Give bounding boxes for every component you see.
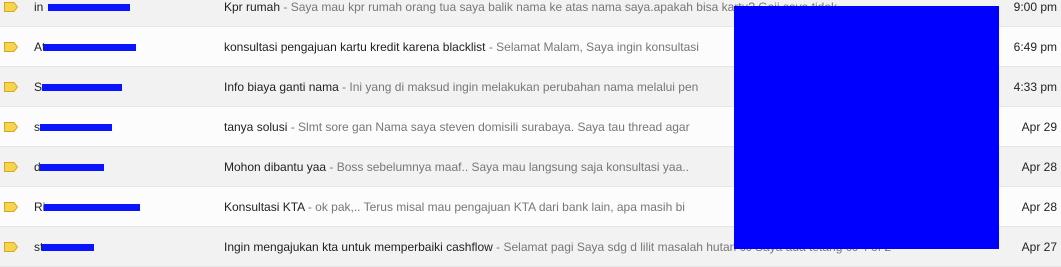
snippet-separator: - [304,200,316,214]
snippet-separator: - [326,160,337,174]
label-tag-icon[interactable] [4,42,18,52]
sender-name: d [34,159,204,175]
snippet: Slmt sore gan Nama saya steven domisili … [298,120,690,134]
subject: Info biaya ganti nama [224,80,339,94]
sender-name: At [34,39,204,55]
snippet-separator: - [492,240,504,254]
sender-redaction [40,124,112,131]
sender-redaction [44,204,140,211]
email-date: Apr 29 [1021,120,1057,134]
subject: Konsultasi KTA [224,200,305,214]
label-tag-icon[interactable] [4,82,18,92]
snippet: Selamat Malam, Saya ingin konsultasi [496,40,699,54]
sender-name: st [34,239,204,255]
subject: tanya solusi [224,120,288,134]
email-date: Apr 27 [1021,240,1057,254]
sender-name: Ri [34,199,204,215]
sender-redaction [40,164,104,171]
label-tag-icon[interactable] [4,162,18,172]
subject: Ingin mengajukan kta untuk memperbaiki c… [224,240,493,254]
snippet-separator: - [338,80,350,94]
snippet-separator: - [280,0,291,14]
sender-visible-text: in [34,0,44,14]
snippet: Boss sebelumnya maaf.. Saya mau langsung… [336,160,689,174]
label-tag-icon[interactable] [4,202,18,212]
subject: Mohon dibantu yaa [224,160,327,174]
redaction-box [734,6,999,249]
subject: Kpr rumah [224,0,281,14]
email-date: 4:33 pm [1013,80,1057,94]
email-date: 9:00 pm [1013,0,1057,14]
sender-redaction [44,44,136,51]
label-tag-icon[interactable] [4,122,18,132]
snippet-separator: - [485,40,497,54]
snippet: Ini yang di maksud ingin melakukan perub… [349,80,699,94]
sender-redaction [42,244,94,251]
label-tag-icon[interactable] [4,242,18,252]
email-date: Apr 28 [1021,200,1057,214]
label-tag-icon[interactable] [4,2,18,12]
sender-name: s [34,119,204,135]
sender-redaction [42,84,122,91]
snippet-separator: - [287,120,299,134]
sender-name: in [34,0,204,15]
sender-redaction [48,4,130,11]
email-date: 6:49 pm [1013,40,1057,54]
subject: konsultasi pengajuan kartu kredit karena… [224,40,486,54]
snippet: ok pak,.. Terus misal mau pengajuan KTA … [315,200,685,214]
sender-visible-text: S [34,80,43,94]
sender-name: S [34,79,204,95]
email-date: Apr 28 [1021,160,1057,174]
